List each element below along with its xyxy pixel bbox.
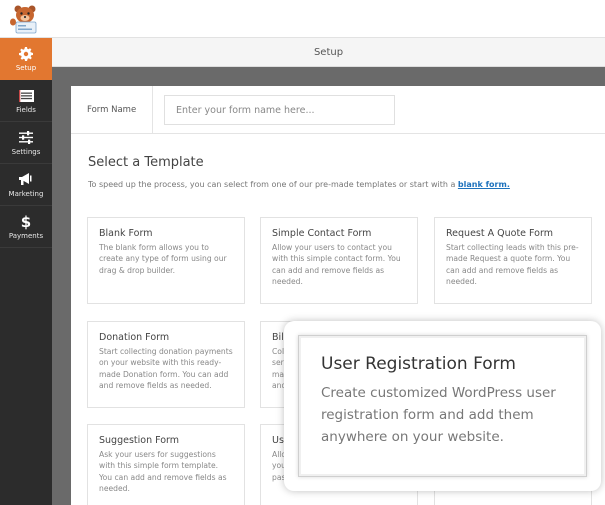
sidebar-item-payments[interactable]: $ Payments: [0, 206, 52, 248]
template-card-title: Simple Contact Form: [272, 228, 372, 239]
page-title: Setup: [313, 46, 344, 58]
template-card-simple-contact[interactable]: Simple Contact Form Allow your users to …: [260, 217, 418, 304]
select-template-description: To speed up the process, you can select …: [88, 180, 510, 189]
template-description-text: To speed up the process, you can select …: [88, 180, 456, 189]
tooltip-content: User Registration Form Create customized…: [298, 335, 587, 477]
top-bar: [0, 0, 605, 38]
template-card-description: Start collecting donation payments on yo…: [99, 347, 233, 390]
sidebar-item-label: Payments: [8, 231, 44, 240]
sidebar-item-label: Setup: [15, 63, 37, 72]
form-name-input[interactable]: [164, 95, 395, 125]
sidebar-item-label: Settings: [11, 147, 41, 156]
template-card-blank-form[interactable]: Blank Form The blank form allows you to …: [87, 217, 245, 304]
template-card-donation[interactable]: Donation Form Start collecting donation …: [87, 321, 245, 408]
template-card-suggestion[interactable]: Suggestion Form Ask your users for sugge…: [87, 424, 245, 505]
form-name-label: Form Name: [71, 86, 153, 134]
fields-list-icon: [18, 88, 34, 104]
sliders-icon: [18, 130, 34, 146]
gear-icon: [18, 46, 34, 62]
template-card-title: Suggestion Form: [99, 435, 180, 446]
tooltip-description: Create customized WordPress user registr…: [321, 385, 556, 445]
sidebar-item-label: Marketing: [8, 189, 44, 198]
template-card-title: Blank Form: [99, 228, 153, 239]
tooltip-title: User Registration Form: [321, 354, 516, 374]
megaphone-icon: [18, 172, 34, 188]
sidebar-item-fields[interactable]: Fields: [0, 80, 52, 122]
template-card-request-quote[interactable]: Request A Quote Form Start collecting le…: [434, 217, 592, 304]
select-template-heading: Select a Template: [88, 155, 204, 170]
template-card-title: Donation Form: [99, 332, 170, 343]
sidebar-item-marketing[interactable]: Marketing: [0, 164, 52, 206]
template-tooltip: User Registration Form Create customized…: [284, 321, 601, 491]
template-card-title: Request A Quote Form: [446, 228, 553, 239]
template-card-description: The blank form allows you to create any …: [99, 243, 227, 275]
form-name-row: Form Name: [71, 86, 605, 134]
dollar-icon: $: [20, 212, 32, 231]
template-card-description: Start collecting leads with this pre-mad…: [446, 243, 579, 286]
page-header: Setup: [52, 38, 605, 67]
blank-form-link[interactable]: blank form.: [458, 180, 510, 189]
sidebar: Setup Fields Settings Marketing $ Paymen…: [0, 38, 52, 505]
sidebar-item-label: Fields: [16, 105, 36, 114]
sidebar-item-setup[interactable]: Setup: [0, 38, 52, 80]
sidebar-item-settings[interactable]: Settings: [0, 122, 52, 164]
template-card-description: Allow your users to contact you with thi…: [272, 243, 401, 286]
template-card-description: Ask your users for suggestions with this…: [99, 450, 227, 493]
wpforms-bear-logo: [10, 5, 37, 34]
